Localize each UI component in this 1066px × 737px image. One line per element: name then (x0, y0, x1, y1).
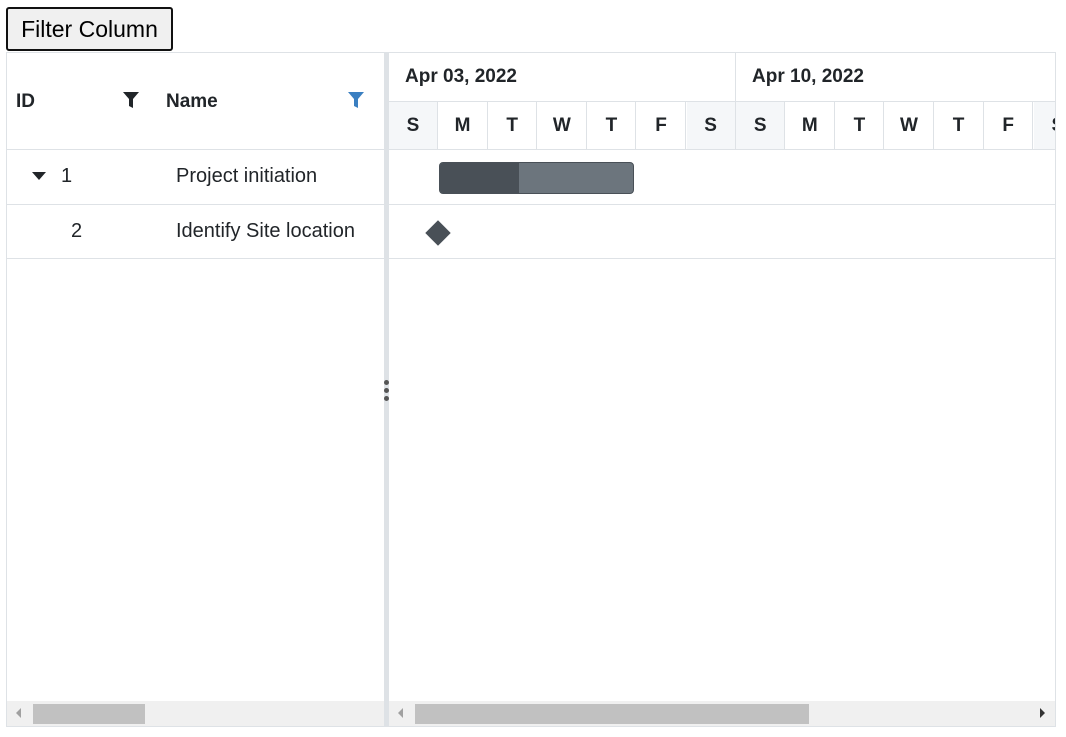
grid-row[interactable]: 2 Identify Site location (7, 205, 384, 259)
milestone-marker[interactable] (425, 220, 451, 246)
row-name: Project initiation (176, 165, 318, 187)
scroll-right-icon[interactable] (1040, 708, 1045, 718)
grid-row[interactable]: 1 Project initiation (7, 150, 384, 205)
day-label: T (587, 102, 637, 149)
chart-horizontal-scrollbar[interactable] (389, 701, 1055, 726)
scroll-left-icon[interactable] (398, 708, 403, 718)
day-label: S (686, 102, 736, 149)
day-label: T (835, 102, 885, 149)
day-label: S (736, 102, 786, 149)
filter-icon[interactable] (122, 91, 140, 109)
day-label: W (885, 102, 934, 149)
day-label: F (637, 102, 686, 149)
day-label: M (786, 102, 835, 149)
caret-down-icon[interactable] (31, 171, 47, 181)
filter-active-icon[interactable] (347, 91, 365, 109)
day-label: S (389, 102, 438, 149)
row-id: 2 (71, 220, 83, 242)
day-label: S (1033, 102, 1055, 149)
grid-scroll-thumb[interactable] (33, 704, 145, 724)
column-header-name[interactable]: Name (166, 91, 218, 113)
day-label: W (538, 102, 587, 149)
chart-pane: Apr 03, 2022 Apr 10, 2022 SMTWTFSSMTWTFS (389, 53, 1055, 726)
gantt-chart: ID Name 1 Project initiation 2 Identify … (6, 52, 1056, 727)
row-id: 1 (61, 165, 73, 187)
task-progress (440, 163, 520, 193)
chart-row (389, 205, 1055, 259)
scroll-left-icon[interactable] (16, 708, 21, 718)
day-label: T (935, 102, 984, 149)
timeline-week-header: Apr 03, 2022 Apr 10, 2022 (389, 53, 1055, 102)
day-label: M (439, 102, 488, 149)
week-label: Apr 03, 2022 (389, 53, 736, 101)
timeline-day-header: SMTWTFSSMTWTFS (389, 102, 1055, 150)
summary-task-bar[interactable] (439, 162, 634, 194)
row-name: Identify Site location (176, 220, 355, 242)
day-label: F (984, 102, 1034, 149)
column-header-id[interactable]: ID (16, 91, 35, 113)
grid-horizontal-scrollbar[interactable] (7, 701, 384, 726)
filter-column-button[interactable]: Filter Column (6, 7, 173, 51)
chart-row (389, 150, 1055, 205)
day-label: T (488, 102, 538, 149)
chart-scroll-thumb[interactable] (415, 704, 809, 724)
week-label: Apr 10, 2022 (736, 53, 1055, 101)
grid-header: ID Name (7, 53, 384, 150)
tree-grid: ID Name 1 Project initiation 2 Identify … (7, 53, 384, 726)
